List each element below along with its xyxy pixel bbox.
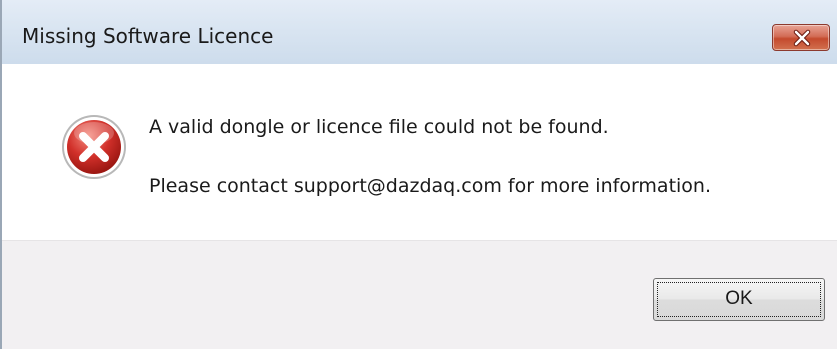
- close-button[interactable]: [772, 24, 830, 51]
- title-bar[interactable]: Missing Software Licence: [2, 0, 837, 64]
- ok-button[interactable]: OK: [653, 278, 825, 321]
- dialog-footer: OK: [2, 240, 837, 349]
- close-x-icon: [793, 29, 811, 47]
- message-line-1: A valid dongle or licence file could not…: [149, 116, 609, 138]
- message-line-2: Please contact support@dazdaq.com for mo…: [149, 175, 712, 197]
- error-icon: [60, 113, 128, 181]
- window-title: Missing Software Licence: [22, 24, 274, 48]
- ok-button-label: OK: [725, 288, 753, 309]
- dialog-content: A valid dongle or licence file could not…: [2, 64, 837, 240]
- dialog-window: Missing Software Licence A valid dongle …: [0, 0, 837, 349]
